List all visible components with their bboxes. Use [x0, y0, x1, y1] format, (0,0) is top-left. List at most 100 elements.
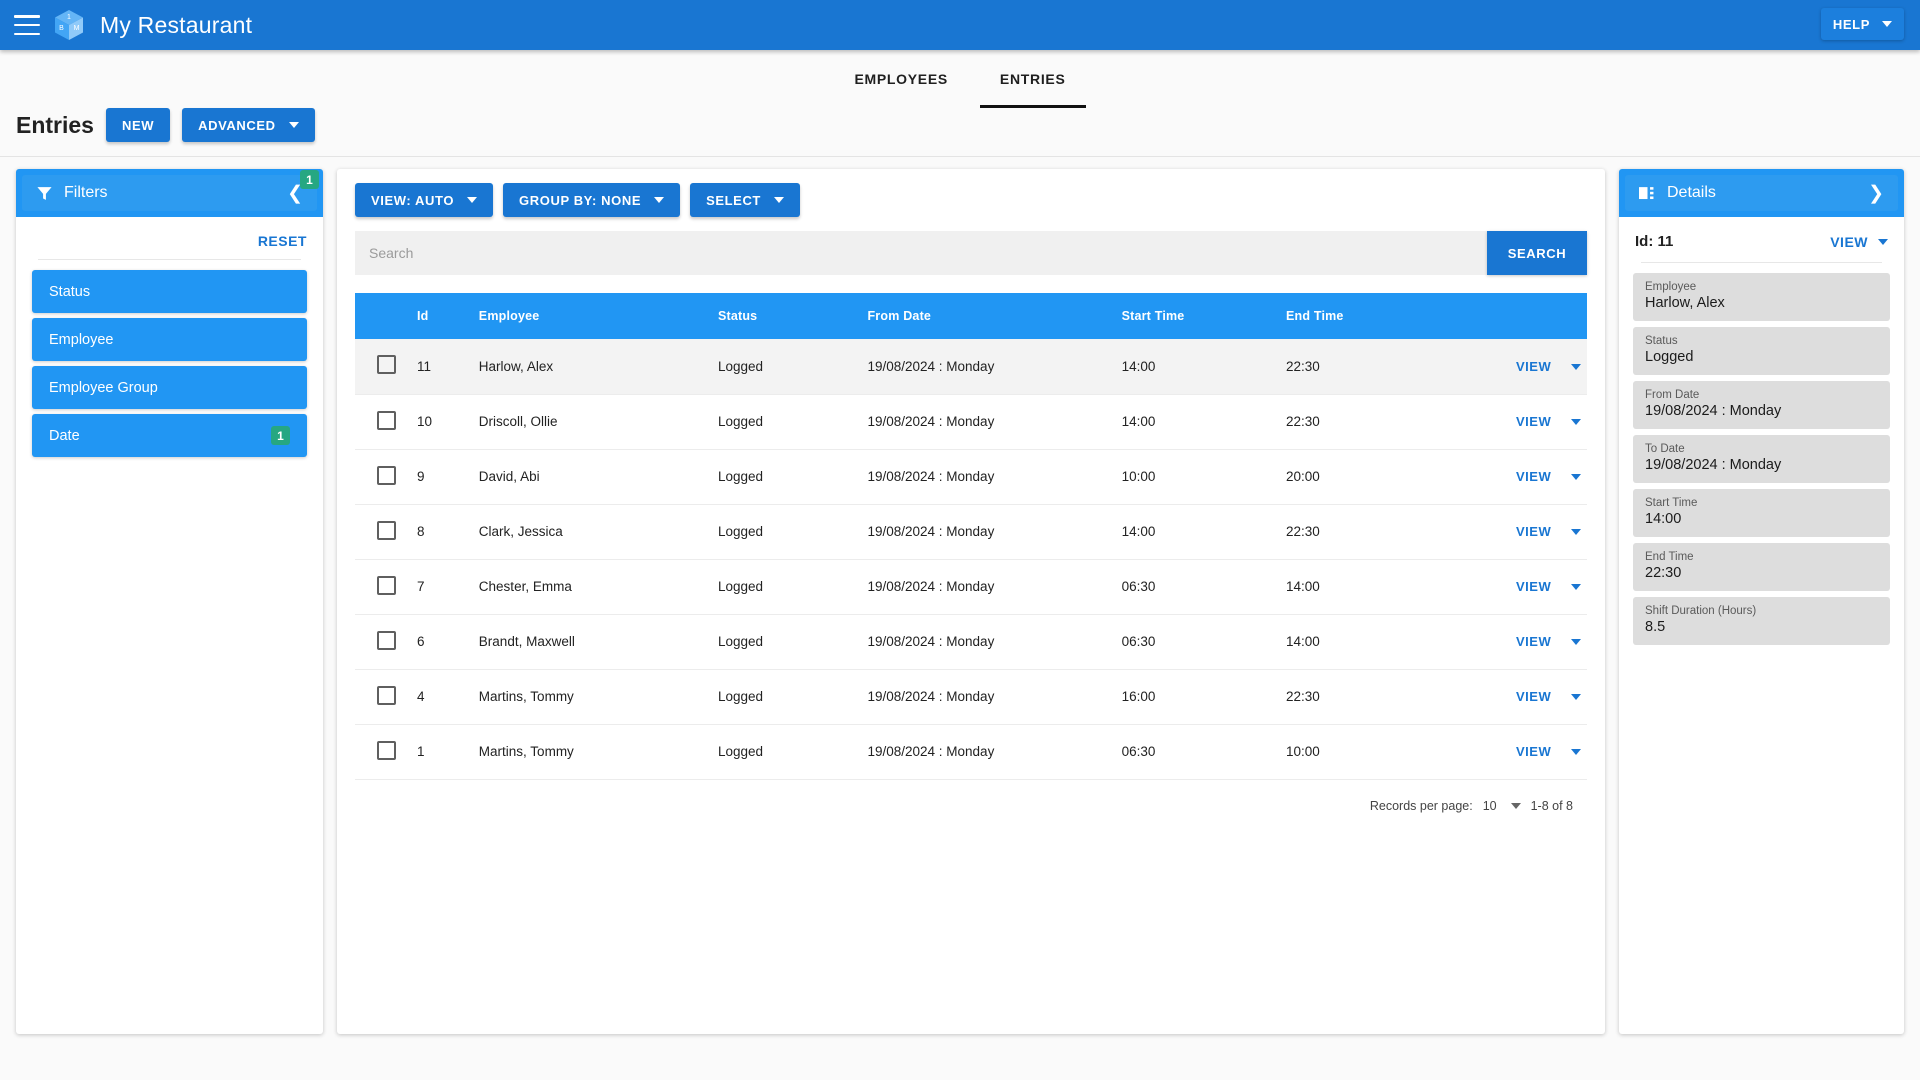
- tab-employees[interactable]: EMPLOYEES: [834, 50, 967, 108]
- table-row[interactable]: 1 Martins, Tommy Logged 19/08/2024 : Mon…: [355, 724, 1587, 779]
- entries-table-body: 11 Harlow, Alex Logged 19/08/2024 : Mond…: [355, 339, 1587, 779]
- records-per-page-value: 10: [1482, 798, 1497, 813]
- filter-item-label: Employee Group: [49, 379, 158, 396]
- row-view-button[interactable]: VIEW: [1516, 524, 1551, 539]
- row-menu-chevron-down-icon[interactable]: [1571, 364, 1581, 371]
- row-checkbox[interactable]: [377, 740, 396, 760]
- cell-id: 1: [416, 744, 425, 759]
- cell-employee: Clark, Jessica: [478, 524, 563, 539]
- app-title: My Restaurant: [100, 11, 253, 38]
- help-button-label: HELP: [1832, 16, 1870, 32]
- main-layout: Filters ❮ 1 RESET Status Employee Employ…: [0, 157, 1920, 1034]
- column-header-id[interactable]: Id: [409, 293, 471, 339]
- row-view-button[interactable]: VIEW: [1516, 579, 1551, 594]
- row-menu-chevron-down-icon[interactable]: [1571, 474, 1581, 481]
- cell-status: Logged: [717, 689, 763, 704]
- row-view-button[interactable]: VIEW: [1516, 469, 1551, 484]
- row-checkbox[interactable]: [377, 630, 396, 650]
- details-view-button[interactable]: VIEW: [1830, 234, 1868, 250]
- row-checkbox[interactable]: [377, 410, 396, 430]
- row-menu-chevron-down-icon[interactable]: [1571, 639, 1581, 646]
- row-view-button[interactable]: VIEW: [1516, 689, 1551, 704]
- cell-employee: Martins, Tommy: [478, 744, 574, 759]
- cell-employee: Brandt, Maxwell: [478, 634, 575, 649]
- advanced-button[interactable]: ADVANCED: [182, 108, 315, 142]
- chevron-down-icon[interactable]: [1878, 238, 1888, 245]
- group-by-button[interactable]: GROUP BY: NONE: [503, 183, 681, 217]
- table-row[interactable]: 11 Harlow, Alex Logged 19/08/2024 : Mond…: [355, 339, 1587, 394]
- table-row[interactable]: 6 Brandt, Maxwell Logged 19/08/2024 : Mo…: [355, 614, 1587, 669]
- detail-field-value: 22:30: [1645, 565, 1682, 581]
- detail-field-label: End Time: [1645, 551, 1694, 563]
- view-mode-button[interactable]: VIEW: AUTO: [355, 183, 494, 217]
- filter-item-employee-group[interactable]: Employee Group: [32, 366, 307, 409]
- reset-filters-button[interactable]: RESET: [258, 233, 307, 249]
- cell-from-date: 19/08/2024 : Monday: [867, 744, 995, 759]
- table-row[interactable]: 8 Clark, Jessica Logged 19/08/2024 : Mon…: [355, 504, 1587, 559]
- filter-item-label: Date: [49, 427, 80, 444]
- cell-end-time: 10:00: [1285, 744, 1320, 759]
- cell-from-date: 19/08/2024 : Monday: [867, 414, 995, 429]
- details-panel-header: Details ❯: [1619, 169, 1904, 217]
- row-view-button[interactable]: VIEW: [1516, 414, 1551, 429]
- table-row[interactable]: 4 Martins, Tommy Logged 19/08/2024 : Mon…: [355, 669, 1587, 724]
- cell-status: Logged: [717, 524, 763, 539]
- details-id-row: Id: 11 VIEW: [1619, 217, 1904, 262]
- detail-field-label: From Date: [1645, 389, 1700, 401]
- new-button[interactable]: NEW: [105, 108, 171, 142]
- row-checkbox[interactable]: [377, 520, 396, 540]
- search-button[interactable]: SEARCH: [1487, 231, 1587, 275]
- records-per-page-select[interactable]: 10: [1483, 799, 1521, 813]
- row-menu-chevron-down-icon[interactable]: [1571, 749, 1581, 756]
- cell-id: 11: [416, 358, 431, 374]
- filters-reset-row: RESET: [16, 217, 323, 259]
- filter-items-list: Status Employee Employee Group Date 1: [16, 260, 323, 457]
- chevron-down-icon: [654, 197, 665, 203]
- select-button[interactable]: SELECT: [690, 183, 800, 217]
- cell-end-time: 14:00: [1285, 579, 1320, 594]
- table-row[interactable]: 9 David, Abi Logged 19/08/2024 : Monday …: [355, 449, 1587, 504]
- cell-employee: Martins, Tommy: [478, 689, 574, 704]
- cell-start-time: 14:00: [1121, 358, 1156, 374]
- cell-end-time: 22:30: [1285, 414, 1320, 429]
- cell-status: Logged: [717, 744, 763, 759]
- hamburger-menu-icon[interactable]: [14, 15, 40, 35]
- detail-field-label: Status: [1645, 335, 1678, 347]
- row-menu-chevron-down-icon[interactable]: [1571, 584, 1581, 591]
- row-menu-chevron-down-icon[interactable]: [1571, 419, 1581, 426]
- row-menu-chevron-down-icon[interactable]: [1571, 529, 1581, 536]
- row-checkbox[interactable]: [377, 575, 396, 595]
- filter-item-status[interactable]: Status: [32, 270, 307, 313]
- records-per-page-label: Records per page:: [1369, 798, 1473, 813]
- detail-field-label: Shift Duration (Hours): [1645, 605, 1757, 617]
- search-input[interactable]: [355, 231, 1487, 275]
- row-view-button[interactable]: VIEW: [1516, 359, 1551, 374]
- svg-text:1: 1: [67, 14, 71, 21]
- help-button[interactable]: HELP: [1820, 8, 1904, 40]
- column-header-from-date[interactable]: From Date: [859, 293, 1113, 339]
- filter-item-date[interactable]: Date 1: [32, 414, 307, 457]
- filters-count-badge: 1: [300, 170, 319, 189]
- row-menu-chevron-down-icon[interactable]: [1571, 694, 1581, 701]
- row-view-button[interactable]: VIEW: [1516, 634, 1551, 649]
- column-header-status[interactable]: Status: [710, 293, 860, 339]
- row-view-button[interactable]: VIEW: [1516, 744, 1551, 759]
- column-header-employee[interactable]: Employee: [471, 293, 710, 339]
- row-checkbox[interactable]: [377, 685, 396, 705]
- filter-item-employee[interactable]: Employee: [32, 318, 307, 361]
- row-checkbox[interactable]: [377, 355, 396, 375]
- column-header-actions: [1457, 293, 1587, 339]
- main-tabs: EMPLOYEES ENTRIES: [0, 50, 1920, 108]
- column-header-start-time[interactable]: Start Time: [1114, 293, 1278, 339]
- table-row[interactable]: 7 Chester, Emma Logged 19/08/2024 : Mond…: [355, 559, 1587, 614]
- svg-text:B: B: [59, 25, 64, 32]
- tab-entries[interactable]: ENTRIES: [979, 50, 1086, 108]
- column-header-end-time[interactable]: End Time: [1278, 293, 1457, 339]
- cell-from-date: 19/08/2024 : Monday: [867, 469, 995, 484]
- row-checkbox[interactable]: [377, 465, 396, 485]
- chevron-right-icon[interactable]: ❯: [1868, 184, 1884, 203]
- detail-field-value: 14:00: [1645, 511, 1682, 527]
- table-row[interactable]: 10 Driscoll, Ollie Logged 19/08/2024 : M…: [355, 394, 1587, 449]
- cell-id: 6: [416, 634, 425, 649]
- chevron-down-icon: [467, 197, 478, 203]
